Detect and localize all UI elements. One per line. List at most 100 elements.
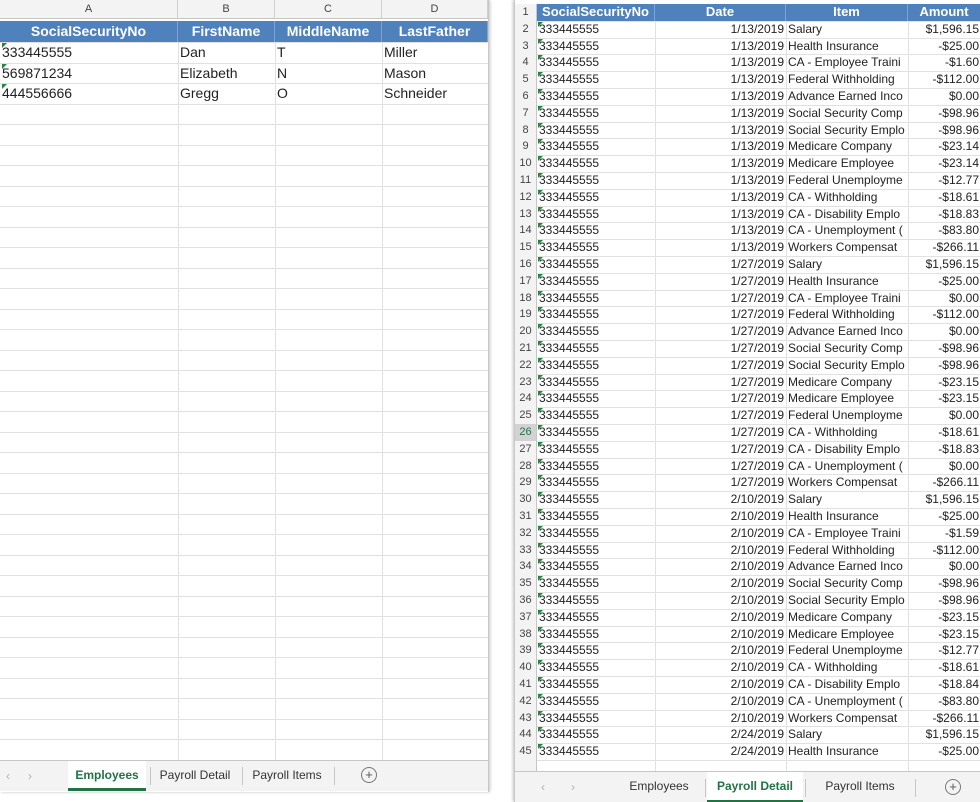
tab-payroll-detail[interactable]: Payroll Detail	[152, 761, 238, 791]
row-number[interactable]: 24	[515, 390, 537, 408]
row-number[interactable]: 30	[515, 491, 537, 508]
header-cell[interactable]: Amount	[908, 4, 980, 21]
item-cell[interactable]: Health Insurance	[786, 38, 908, 55]
ssn-cell[interactable]: 333445555	[537, 38, 655, 55]
ssn-cell[interactable]: 333445555	[537, 474, 655, 491]
tab-payroll-items[interactable]: Payroll Items	[807, 772, 913, 802]
table-cell[interactable]: Gregg	[178, 83, 275, 104]
amount-cell[interactable]: $1,596.15	[908, 256, 980, 273]
amount-cell[interactable]: -$98.96	[908, 592, 980, 609]
item-cell[interactable]: Social Security Comp	[786, 105, 908, 122]
item-cell[interactable]: Social Security Emplo	[786, 592, 908, 609]
date-cell[interactable]: 2/10/2019	[655, 693, 786, 710]
column-letter-d[interactable]: D	[382, 0, 488, 18]
table-cell[interactable]: Miller	[382, 42, 488, 63]
date-cell[interactable]: 2/10/2019	[655, 575, 786, 592]
amount-cell[interactable]: $1,596.15	[908, 726, 980, 743]
date-cell[interactable]: 1/27/2019	[655, 306, 786, 323]
date-cell[interactable]: 2/10/2019	[655, 491, 786, 508]
item-cell[interactable]: Salary	[786, 491, 908, 508]
ssn-cell[interactable]: 333445555	[0, 42, 178, 63]
item-cell[interactable]: CA - Employee Traini	[786, 525, 908, 542]
item-cell[interactable]: CA - Unemployment (	[786, 458, 908, 475]
item-cell[interactable]: CA - Disability Emplo	[786, 441, 908, 458]
ssn-cell[interactable]: 333445555	[537, 458, 655, 475]
row-number[interactable]: 26	[515, 424, 537, 441]
item-cell[interactable]: Workers Compensat	[786, 710, 908, 727]
date-cell[interactable]: 1/13/2019	[655, 222, 786, 239]
amount-cell[interactable]: $1,596.15	[908, 491, 980, 508]
item-cell[interactable]: Medicare Company	[786, 609, 908, 626]
date-cell[interactable]: 1/13/2019	[655, 172, 786, 189]
ssn-cell[interactable]: 333445555	[537, 290, 655, 307]
row-number[interactable]: 20	[515, 323, 537, 340]
ssn-cell[interactable]: 333445555	[537, 206, 655, 223]
amount-cell[interactable]: $0.00	[908, 458, 980, 475]
amount-cell[interactable]: -$1.60	[908, 54, 980, 71]
item-cell[interactable]: Health Insurance	[786, 508, 908, 525]
header-cell[interactable]: SocialSecurityNo	[0, 21, 178, 42]
date-cell[interactable]: 1/13/2019	[655, 155, 786, 172]
row-number[interactable]: 29	[515, 474, 537, 492]
amount-cell[interactable]: -$83.80	[908, 222, 980, 239]
date-cell[interactable]: 1/13/2019	[655, 206, 786, 223]
date-cell[interactable]: 2/10/2019	[655, 626, 786, 643]
row-number[interactable]: 42	[515, 692, 537, 710]
tab-employees[interactable]: Employees	[615, 772, 703, 802]
item-cell[interactable]: CA - Unemployment (	[786, 222, 908, 239]
amount-cell[interactable]: $1,596.15	[908, 21, 980, 38]
amount-cell[interactable]: -$98.96	[908, 105, 980, 122]
item-cell[interactable]: Workers Compensat	[786, 474, 908, 491]
scroll-tabs-left-icon[interactable]: ‹	[541, 780, 545, 794]
row-number[interactable]: 32	[515, 524, 537, 542]
date-cell[interactable]: 1/27/2019	[655, 323, 786, 340]
amount-cell[interactable]: -$18.61	[908, 424, 980, 441]
ssn-cell[interactable]: 333445555	[537, 491, 655, 508]
item-cell[interactable]: Social Security Comp	[786, 575, 908, 592]
ssn-cell[interactable]: 333445555	[537, 155, 655, 172]
item-cell[interactable]: CA - Employee Traini	[786, 54, 908, 71]
row-number[interactable]: 10	[515, 155, 537, 172]
header-cell[interactable]: LastFather	[382, 21, 488, 42]
scroll-tabs-right-icon[interactable]: ›	[28, 769, 32, 783]
date-cell[interactable]: 2/10/2019	[655, 525, 786, 542]
row-number[interactable]: 4	[515, 54, 537, 72]
ssn-cell[interactable]: 333445555	[537, 105, 655, 122]
item-cell[interactable]: Federal Unemployme	[786, 172, 908, 189]
item-cell[interactable]: Health Insurance	[786, 743, 908, 760]
ssn-cell[interactable]: 333445555	[537, 710, 655, 727]
ssn-cell[interactable]: 333445555	[537, 21, 655, 38]
ssn-cell[interactable]: 333445555	[537, 693, 655, 710]
header-cell[interactable]: FirstName	[178, 21, 275, 42]
item-cell[interactable]: CA - Employee Traini	[786, 290, 908, 307]
date-cell[interactable]: 2/10/2019	[655, 659, 786, 676]
ssn-cell[interactable]: 333445555	[537, 659, 655, 676]
amount-cell[interactable]: -$98.96	[908, 575, 980, 592]
column-letter-a[interactable]: A	[0, 0, 178, 18]
item-cell[interactable]: CA - Disability Emplo	[786, 206, 908, 223]
item-cell[interactable]: CA - Withholding	[786, 189, 908, 206]
date-cell[interactable]: 1/27/2019	[655, 441, 786, 458]
table-cell[interactable]: Dan	[178, 42, 275, 63]
date-cell[interactable]: 1/13/2019	[655, 105, 786, 122]
ssn-cell[interactable]: 333445555	[537, 323, 655, 340]
ssn-cell[interactable]: 333445555	[537, 542, 655, 559]
date-cell[interactable]: 2/10/2019	[655, 592, 786, 609]
date-cell[interactable]: 1/27/2019	[655, 424, 786, 441]
ssn-cell[interactable]: 333445555	[537, 575, 655, 592]
item-cell[interactable]: Salary	[786, 256, 908, 273]
amount-cell[interactable]: -$98.96	[908, 357, 980, 374]
ssn-cell[interactable]: 569871234	[0, 63, 178, 84]
item-cell[interactable]: Federal Unemployme	[786, 642, 908, 659]
date-cell[interactable]: 1/27/2019	[655, 374, 786, 391]
amount-cell[interactable]: -$266.11	[908, 710, 980, 727]
tab-payroll-items[interactable]: Payroll Items	[244, 761, 330, 791]
row-number[interactable]: 15	[515, 239, 537, 256]
item-cell[interactable]: Advance Earned Inco	[786, 558, 908, 575]
amount-cell[interactable]: -$12.77	[908, 642, 980, 659]
ssn-cell[interactable]: 333445555	[537, 256, 655, 273]
date-cell[interactable]: 1/13/2019	[655, 54, 786, 71]
row-number[interactable]: 40	[515, 659, 537, 676]
row-number[interactable]: 6	[515, 88, 537, 105]
ssn-cell[interactable]: 333445555	[537, 407, 655, 424]
